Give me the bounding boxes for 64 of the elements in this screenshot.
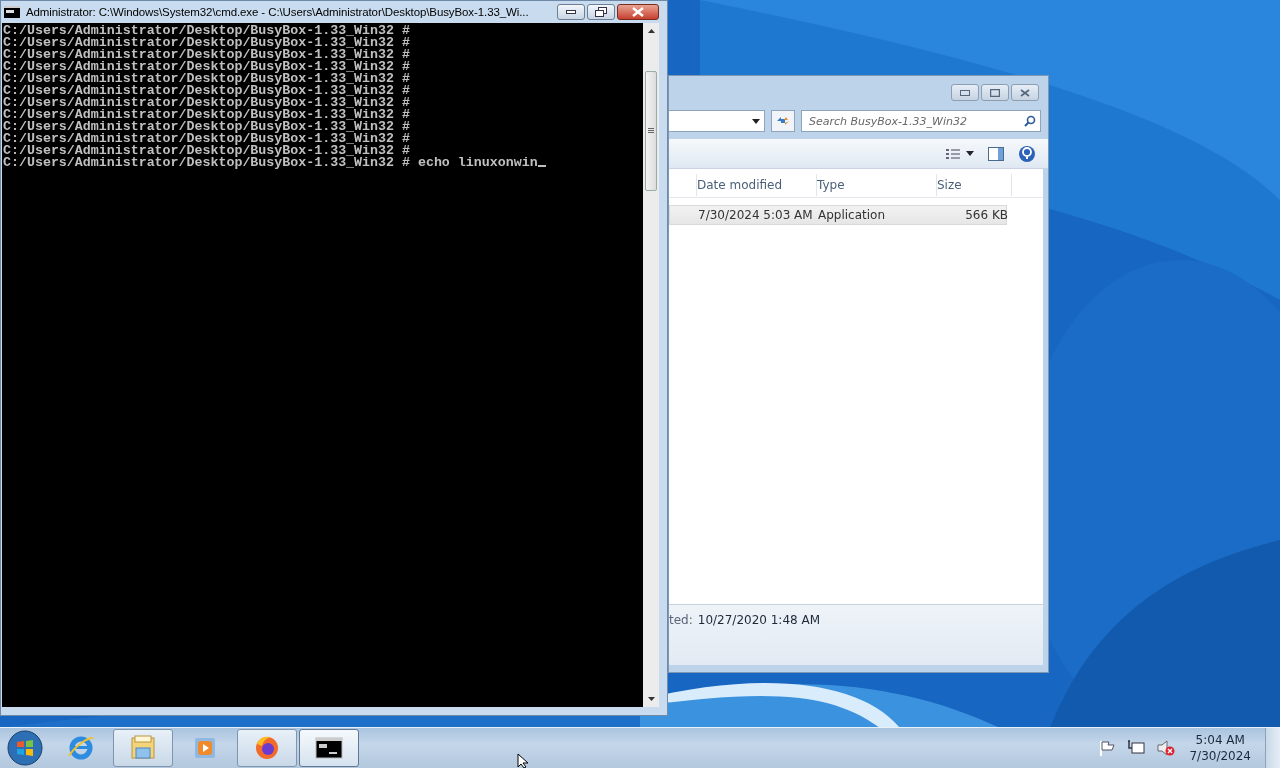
maximize-icon	[990, 88, 1000, 97]
help-icon[interactable]	[1018, 144, 1036, 163]
refresh-button[interactable]	[771, 110, 795, 132]
search-field[interactable]: Search BusyBox-1.33_Win32	[801, 110, 1041, 132]
console-line: C:/Users/Administrator/Desktop/BusyBox-1.33_Win32 #	[2, 109, 410, 121]
table-cell-text: Application	[818, 208, 887, 222]
console-line: C:/Users/Administrator/Desktop/BusyBox-1.33_Win32 #	[2, 25, 410, 37]
column-header[interactable]: Size	[937, 174, 1012, 196]
column-header[interactable]: Date modified	[697, 174, 817, 196]
detail-label: ted:	[669, 613, 693, 629]
close-icon	[632, 7, 644, 17]
flag-icon[interactable]	[1099, 740, 1116, 756]
console-line: C:/Users/Administrator/Desktop/BusyBox-1.33_Win32 #	[2, 73, 410, 85]
taskbar-button[interactable]	[299, 729, 359, 767]
scrollbar-thumb[interactable]	[645, 71, 657, 191]
maximize-button[interactable]	[981, 84, 1009, 101]
muted-speaker-icon[interactable]	[1157, 740, 1176, 756]
console-line: C:/Users/Administrator/Desktop/BusyBox-1.33_Win32 #	[2, 61, 410, 73]
window-title: Administrator: C:\Windows\System32\cmd.exe - C:\Users\Administrator\Desktop\BusyBox-1.33_Wi...	[26, 6, 530, 18]
preview-pane-icon[interactable]	[988, 146, 1004, 161]
caret-icon	[966, 151, 974, 156]
table-cell-text: 7/30/2024 5:03 AM	[698, 208, 814, 222]
clock-date[interactable]: 7/30/2024	[1189, 748, 1251, 764]
file-row[interactable]: 7/30/2024 5:03 AM Application 566 KB	[669, 205, 1007, 225]
text-cursor	[537, 165, 546, 167]
down-arrow-icon[interactable]	[647, 697, 655, 701]
table-cell-text: 566 KB	[964, 208, 1008, 222]
view-menu-button[interactable]	[946, 147, 974, 160]
list-view-icon	[946, 147, 960, 160]
clock-time[interactable]: 5:04 AM	[1195, 732, 1245, 748]
console-line: C:/Users/Administrator/Desktop/BusyBox-1.33_Win32 #	[2, 49, 410, 61]
minimize-button[interactable]	[557, 4, 585, 20]
arrows-icon	[776, 115, 790, 127]
console-line: C:/Users/Administrator/Desktop/BusyBox-1.33_Win32 #	[2, 37, 410, 49]
browser-fox-icon	[253, 734, 281, 762]
console-line: C:/Users/Administrator/Desktop/BusyBox-1.33_Win32 #	[2, 133, 410, 145]
address-bar[interactable]	[669, 110, 765, 132]
start-button[interactable]	[5, 728, 45, 768]
windows-logo-icon	[7, 730, 43, 766]
minimize-icon	[566, 10, 576, 14]
console-line: C:/Users/Administrator/Desktop/BusyBox-1.33_Win32 #	[2, 145, 410, 157]
detail-value: 10/27/2020 1:48 AM	[697, 613, 821, 629]
console-line: C:/Users/Administrator/Desktop/BusyBox-1.33_Win32 #	[2, 97, 410, 109]
restore-icon	[595, 7, 607, 17]
console-line: C:/Users/Administrator/Desktop/BusyBox-1.33_Win32 #	[2, 85, 410, 97]
console-line: C:/Users/Administrator/Desktop/BusyBox-1.33_Win32 # echo linuxonwin	[2, 157, 546, 169]
column-header[interactable]: Type	[817, 174, 937, 196]
caret-icon	[752, 118, 760, 124]
up-arrow-icon[interactable]	[647, 29, 655, 33]
search-icon	[1024, 115, 1036, 127]
console-line: C:/Users/Administrator/Desktop/BusyBox-1.33_Win32 #	[2, 121, 410, 133]
close-button[interactable]	[1011, 84, 1039, 101]
folder-icon	[129, 734, 157, 762]
grip-icon	[648, 128, 654, 134]
close-icon	[1020, 88, 1030, 97]
console-icon	[315, 734, 343, 762]
network-icon[interactable]	[1127, 740, 1146, 756]
close-button[interactable]	[617, 4, 659, 20]
mouse-pointer-icon	[517, 753, 529, 768]
scrollbar[interactable]	[643, 23, 659, 707]
minimize-icon	[960, 89, 970, 96]
browser-e-icon	[67, 734, 95, 762]
console-icon	[4, 6, 20, 18]
restore-button[interactable]	[587, 4, 615, 20]
